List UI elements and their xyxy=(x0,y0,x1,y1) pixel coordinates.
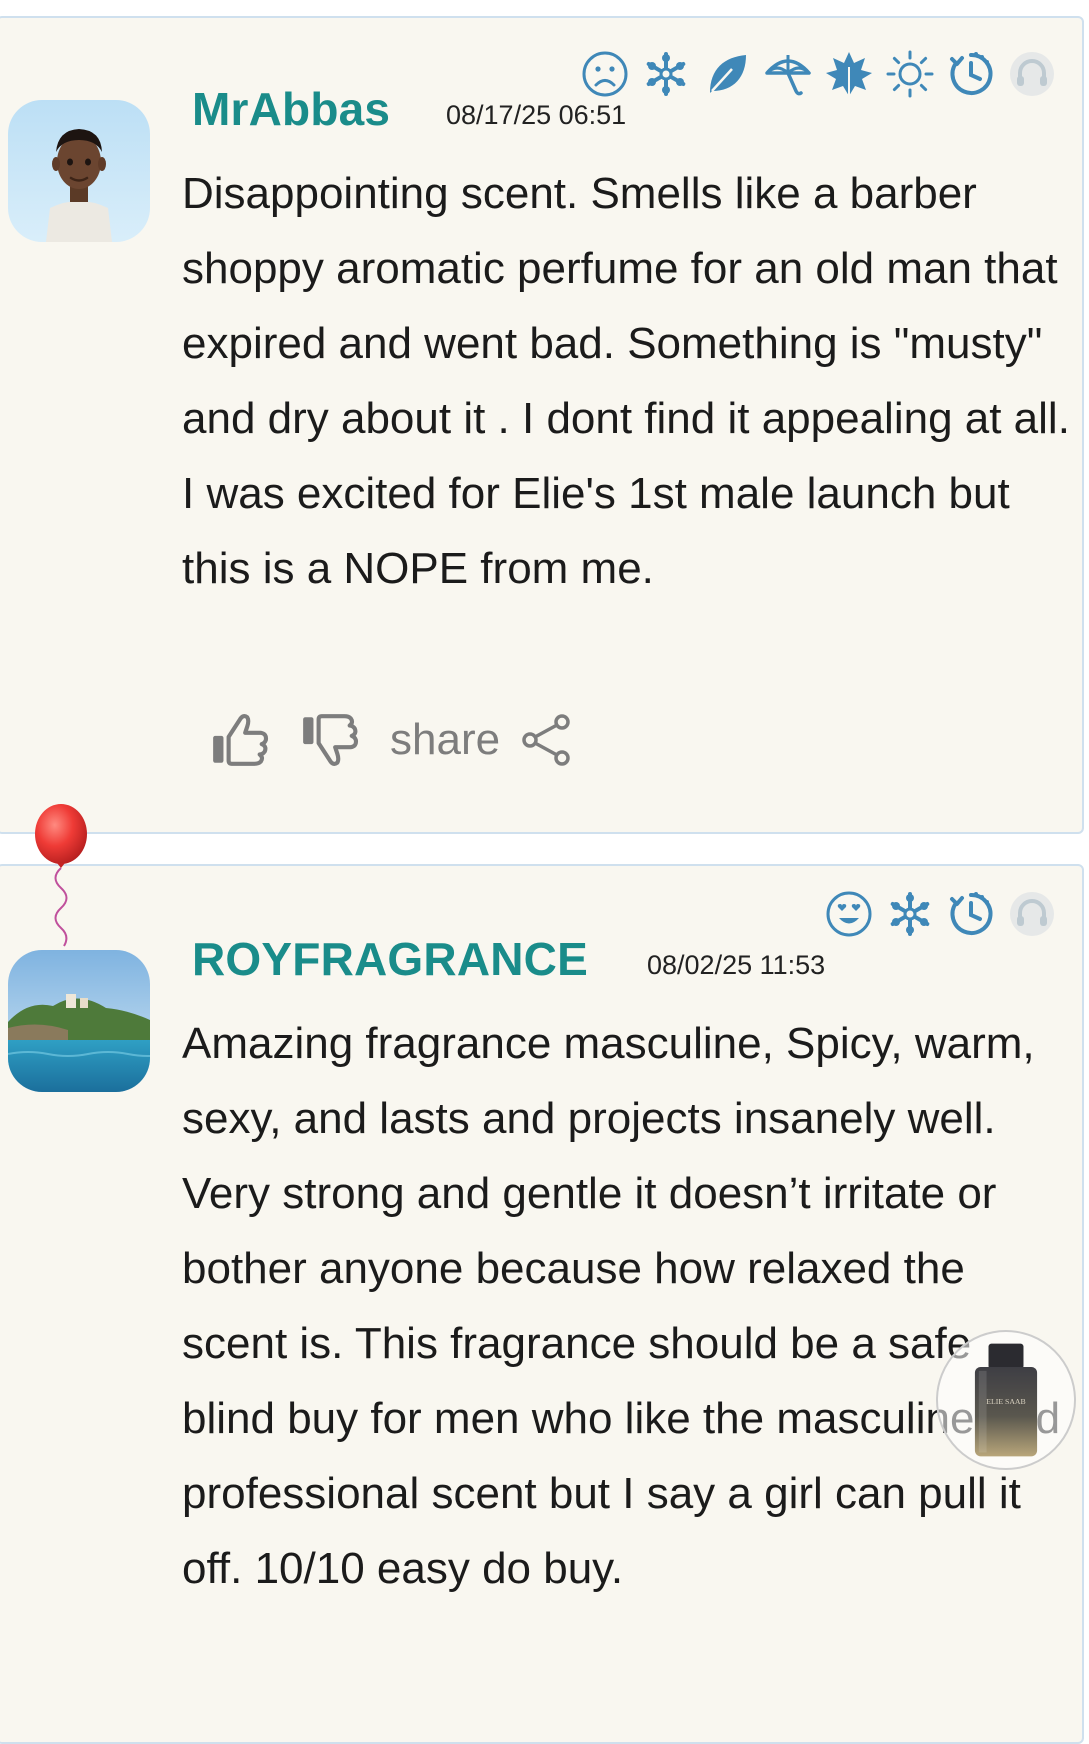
username[interactable]: MrAbbas xyxy=(192,82,390,136)
love-face-icon[interactable] xyxy=(823,888,875,940)
review-card: MrAbbas 08/17/25 06:51 Disappointing sce… xyxy=(0,16,1084,834)
headphones-icon[interactable] xyxy=(1006,48,1058,100)
autumn-leaf-icon[interactable] xyxy=(823,48,875,100)
balloon-icon xyxy=(30,800,92,950)
bottle-brand-text: ELIE SAAB xyxy=(986,1397,1025,1406)
share-label: share xyxy=(390,715,501,764)
rating-icons xyxy=(570,48,1058,100)
headphones-icon[interactable] xyxy=(1006,888,1058,940)
thumbs-down-icon xyxy=(303,714,359,766)
product-thumbnail[interactable]: ELIE SAAB xyxy=(936,1330,1076,1470)
clock-icon[interactable] xyxy=(945,888,997,940)
snowflake-icon[interactable] xyxy=(640,48,692,100)
avatar[interactable] xyxy=(8,100,150,242)
sun-icon[interactable] xyxy=(884,48,936,100)
share-icon xyxy=(522,714,570,766)
rating-icons xyxy=(814,888,1058,940)
review-text: Amazing fragrance masculine, Spicy, warm… xyxy=(182,1019,1061,1593)
review-actions: share xyxy=(208,708,574,772)
review-card: ROYFRAGRANCE 08/02/25 11:53 Amazing frag… xyxy=(0,864,1084,1744)
review-date: 08/02/25 11:53 xyxy=(647,950,826,980)
sad-face-icon[interactable] xyxy=(579,48,631,100)
leaf-icon[interactable] xyxy=(701,48,753,100)
review-date: 08/17/25 06:51 xyxy=(446,100,627,130)
umbrella-icon[interactable] xyxy=(762,48,814,100)
thumbs-up-button[interactable] xyxy=(208,708,272,772)
thumbs-up-icon xyxy=(213,714,269,766)
clock-icon[interactable] xyxy=(945,48,997,100)
snowflake-icon[interactable] xyxy=(884,888,936,940)
avatar[interactable] xyxy=(8,950,150,1092)
username[interactable]: ROYFRAGRANCE xyxy=(192,932,588,986)
thumbs-down-button[interactable] xyxy=(298,708,362,772)
review-text: Disappointing scent. Smells like a barbe… xyxy=(182,169,1070,593)
share-button[interactable]: share xyxy=(390,712,574,768)
